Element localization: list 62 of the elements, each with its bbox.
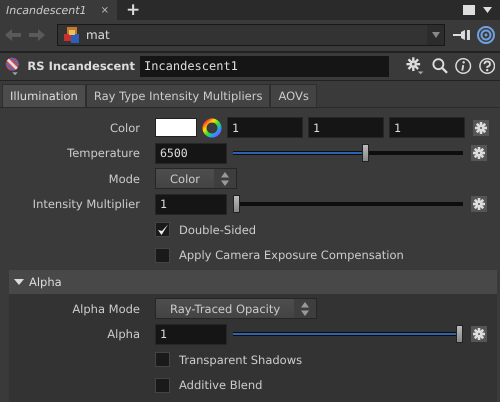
- path-field[interactable]: mat: [56, 24, 446, 46]
- folder-header[interactable]: Alpha: [9, 270, 497, 294]
- gear-button[interactable]: [471, 326, 487, 342]
- checkbox-label: Additive Blend: [179, 378, 262, 392]
- parameter-label: Intensity Multiplier: [32, 197, 140, 212]
- checkbox-label: Transparent Shadows: [179, 352, 302, 367]
- gear-button[interactable]: [471, 145, 487, 162]
- number-field[interactable]: 1: [227, 117, 303, 138]
- number-field[interactable]: 1: [308, 117, 384, 138]
- expanded-triangle-icon: [14, 277, 24, 287]
- slider-thumb[interactable]: [233, 195, 240, 214]
- dropdown-menu[interactable]: Ray-Traced Opacity: [155, 298, 318, 320]
- tab[interactable]: AOVs: [270, 84, 317, 107]
- slider-thumb[interactable]: [362, 144, 370, 162]
- up-down-arrows-icon: [301, 302, 310, 316]
- parameter-label: Temperature: [67, 146, 140, 160]
- parameter-label: Color: [110, 120, 140, 135]
- checkbox[interactable]: [155, 378, 170, 393]
- color-swatch[interactable]: [155, 118, 197, 138]
- slider-track[interactable]: [233, 144, 463, 162]
- gear-button[interactable]: [471, 196, 487, 212]
- parameter-label: Alpha: [107, 327, 140, 342]
- slider-track[interactable]: [233, 195, 463, 214]
- checkmark-icon: [156, 224, 168, 236]
- checkbox-label: Double-Sided: [179, 222, 256, 237]
- node-name-field[interactable]: Incandescent1: [140, 56, 390, 77]
- target-icon[interactable]: [477, 26, 495, 44]
- gear-icon: [475, 122, 487, 134]
- close-button[interactable]: ×: [100, 4, 109, 16]
- info-icon[interactable]: [455, 57, 472, 76]
- parameter-label: Mode: [108, 172, 140, 186]
- help-icon[interactable]: [478, 57, 495, 76]
- number-field[interactable]: 1: [155, 194, 227, 215]
- parameter-label: Alpha Mode: [72, 302, 140, 316]
- checkbox[interactable]: [155, 248, 170, 263]
- slider-thumb[interactable]: [456, 325, 463, 344]
- tab[interactable]: Ray Type Intensity Multipliers: [86, 84, 270, 107]
- node-network-icon: [62, 26, 81, 44]
- add-tab-button[interactable]: +: [122, 1, 144, 19]
- dropdown-arrow-icon[interactable]: [483, 7, 492, 13]
- gear-icon: [473, 147, 485, 160]
- dropdown-menu[interactable]: Color: [155, 168, 238, 190]
- checkbox[interactable]: [155, 222, 170, 238]
- pin-icon[interactable]: [453, 29, 472, 42]
- checkbox[interactable]: [155, 352, 170, 368]
- slider-track[interactable]: [233, 325, 463, 344]
- number-field[interactable]: 1: [155, 324, 227, 345]
- gear-icon: [473, 198, 485, 210]
- tab[interactable]: Illumination: [2, 84, 86, 107]
- gear-menu-icon[interactable]: [406, 56, 425, 76]
- gear-icon: [473, 328, 485, 340]
- checkbox-label: Apply Camera Exposure Compensation: [179, 248, 404, 262]
- node-type-label: RS Incandescent: [27, 59, 135, 74]
- pane-tab[interactable]: Incandescent1 ×: [0, 0, 117, 20]
- sphere-icon[interactable]: [5, 56, 22, 76]
- number-field[interactable]: 1: [389, 117, 465, 138]
- tab-title: Incandescent1: [6, 4, 87, 16]
- color-wheel-icon[interactable]: [202, 118, 222, 138]
- number-field[interactable]: 6500: [155, 142, 227, 164]
- search-icon[interactable]: [432, 57, 448, 76]
- up-down-arrows-icon: [221, 172, 230, 186]
- gear-button[interactable]: [473, 120, 489, 136]
